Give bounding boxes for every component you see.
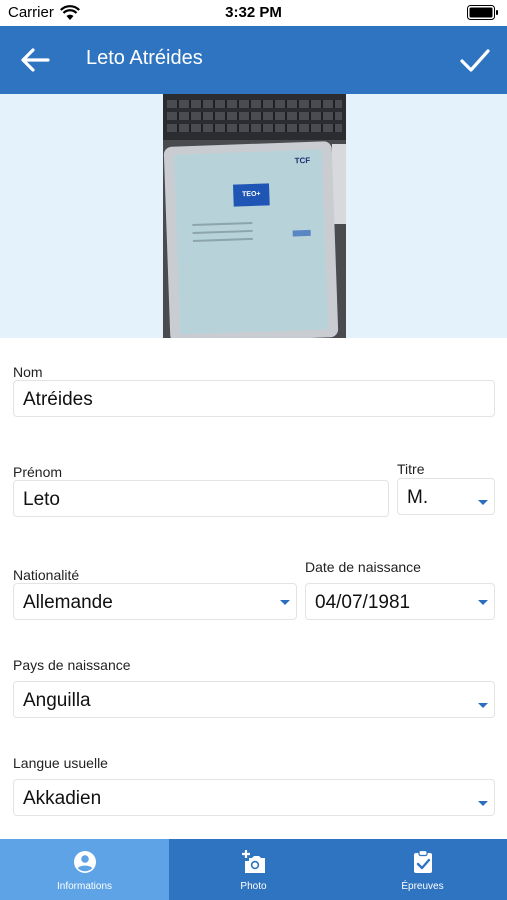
prenom-label: Prénom <box>13 464 63 480</box>
prenom-field[interactable]: Leto <box>13 480 389 517</box>
nom-field[interactable]: Atréides <box>13 380 495 417</box>
tab-informations[interactable]: Informations <box>0 839 169 900</box>
page-title: Leto Atréides <box>86 47 203 69</box>
clock: 3:32 PM <box>225 4 282 21</box>
langue-usuelle-dropdown-caret-icon <box>478 801 488 806</box>
tab-photo-label: Photo <box>240 881 267 892</box>
tab-epreuves-label: Épreuves <box>401 881 444 892</box>
photo-teo-logo: TEO+ <box>232 183 270 207</box>
tab-epreuves[interactable]: Épreuves <box>338 839 507 900</box>
nom-label: Nom <box>13 364 43 380</box>
clipboard-check-icon <box>414 849 432 873</box>
back-arrow-icon[interactable] <box>18 44 52 76</box>
titre-select[interactable]: M. <box>397 478 495 515</box>
photo-tablet: TCF TEO+ <box>163 141 339 338</box>
tab-photo[interactable]: Photo <box>169 839 338 900</box>
navigation-bar: Leto Atréides <box>0 26 507 94</box>
add-photo-icon <box>242 850 265 873</box>
candidate-photo[interactable]: TCF TEO+ <box>163 94 346 338</box>
nationalite-dropdown-caret-icon <box>280 600 290 605</box>
date-naissance-label: Date de naissance <box>305 559 421 575</box>
date-naissance-select[interactable]: 04/07/1981 <box>305 583 495 620</box>
titre-value: M. <box>407 487 429 508</box>
pays-naissance-label: Pays de naissance <box>13 657 131 673</box>
tab-informations-label: Informations <box>56 881 113 892</box>
date-naissance-dropdown-caret-icon <box>478 600 488 605</box>
date-naissance-value: 04/07/1981 <box>315 592 411 613</box>
nom-value: Atréides <box>23 389 93 410</box>
photo-device-edge <box>332 144 346 224</box>
tab-bar: Informations Photo Épreuves <box>0 839 507 900</box>
photo-keyboard <box>163 94 346 140</box>
status-bar: Carrier 3:32 PM <box>0 0 507 26</box>
photo-area: TCF TEO+ <box>0 94 507 338</box>
pays-naissance-dropdown-caret-icon <box>478 703 488 708</box>
langue-usuelle-value: Akkadien <box>23 788 102 809</box>
nationalite-select[interactable]: Allemande <box>13 583 297 620</box>
titre-label: Titre <box>397 461 425 477</box>
photo-tablet-screen: TCF TEO+ <box>173 149 329 335</box>
langue-usuelle-label: Langue usuelle <box>13 755 108 771</box>
nationalite-value: Allemande <box>23 592 113 613</box>
titre-dropdown-caret-icon <box>478 500 488 505</box>
prenom-value: Leto <box>23 489 60 510</box>
pays-naissance-value: Anguilla <box>23 690 91 711</box>
photo-screen-button <box>292 229 311 237</box>
battery-icon <box>467 5 498 20</box>
account-circle-icon <box>74 851 96 873</box>
pays-naissance-select[interactable]: Anguilla <box>13 681 495 718</box>
confirm-check-icon[interactable] <box>457 42 493 78</box>
nationalite-label: Nationalité <box>13 567 80 583</box>
photo-tcf-logo: TCF <box>294 155 311 166</box>
langue-usuelle-select[interactable]: Akkadien <box>13 779 495 816</box>
photo-form-lines <box>192 221 253 227</box>
